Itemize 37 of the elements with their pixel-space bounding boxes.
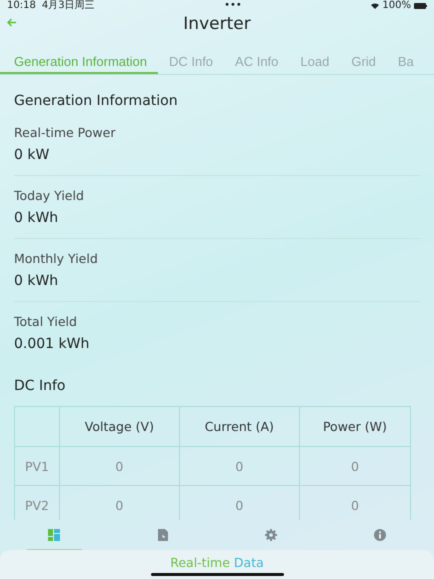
- page-title: Inverter: [183, 14, 251, 34]
- tab[interactable]: Generation Information: [0, 52, 158, 74]
- info-icon[interactable]: [374, 529, 386, 541]
- tab[interactable]: AC Info: [224, 52, 290, 74]
- metric-value: 0 kWh: [14, 273, 60, 289]
- column-header: Current (A): [179, 406, 300, 446]
- table-cell: 0: [299, 446, 410, 486]
- table-cell: 0: [59, 446, 180, 486]
- section-title: DC Info: [14, 378, 67, 394]
- status-time: 10:18: [7, 0, 36, 12]
- tab[interactable]: Grid: [340, 52, 387, 74]
- tab[interactable]: Ba: [386, 52, 416, 74]
- table-cell: PV1: [14, 446, 60, 486]
- metric-label: Total Yield: [14, 314, 78, 329]
- column-header: Voltage (V): [59, 406, 180, 446]
- wifi-icon: [371, 3, 380, 9]
- battery-percent: 100%: [382, 0, 411, 12]
- battery-icon: [414, 3, 427, 9]
- metric-value: 0.001 kWh: [14, 336, 90, 352]
- back-arrow-icon[interactable]: [7, 18, 17, 27]
- table-cell: 0: [179, 446, 300, 486]
- table-cell: PV2: [14, 486, 60, 520]
- metric-label: Real-time Power: [14, 125, 116, 140]
- tab[interactable]: Load: [289, 52, 340, 74]
- metric-value: 0 kW: [14, 147, 50, 163]
- sheet-title: Real-time Data: [170, 555, 264, 570]
- document-icon[interactable]: [156, 529, 169, 541]
- metric-label: Today Yield: [14, 188, 85, 203]
- status-date: 4月3日周三: [42, 0, 95, 12]
- metric-value: 0 kWh: [14, 210, 60, 226]
- settings-icon[interactable]: [265, 529, 278, 541]
- multitask-dots[interactable]: •••: [224, 0, 242, 12]
- section-title: Generation Information: [14, 93, 179, 109]
- dashboard-icon[interactable]: [48, 529, 60, 541]
- metric-label: Monthly Yield: [14, 251, 99, 266]
- column-header: Power (W): [299, 406, 410, 446]
- tab[interactable]: DC Info: [158, 52, 224, 74]
